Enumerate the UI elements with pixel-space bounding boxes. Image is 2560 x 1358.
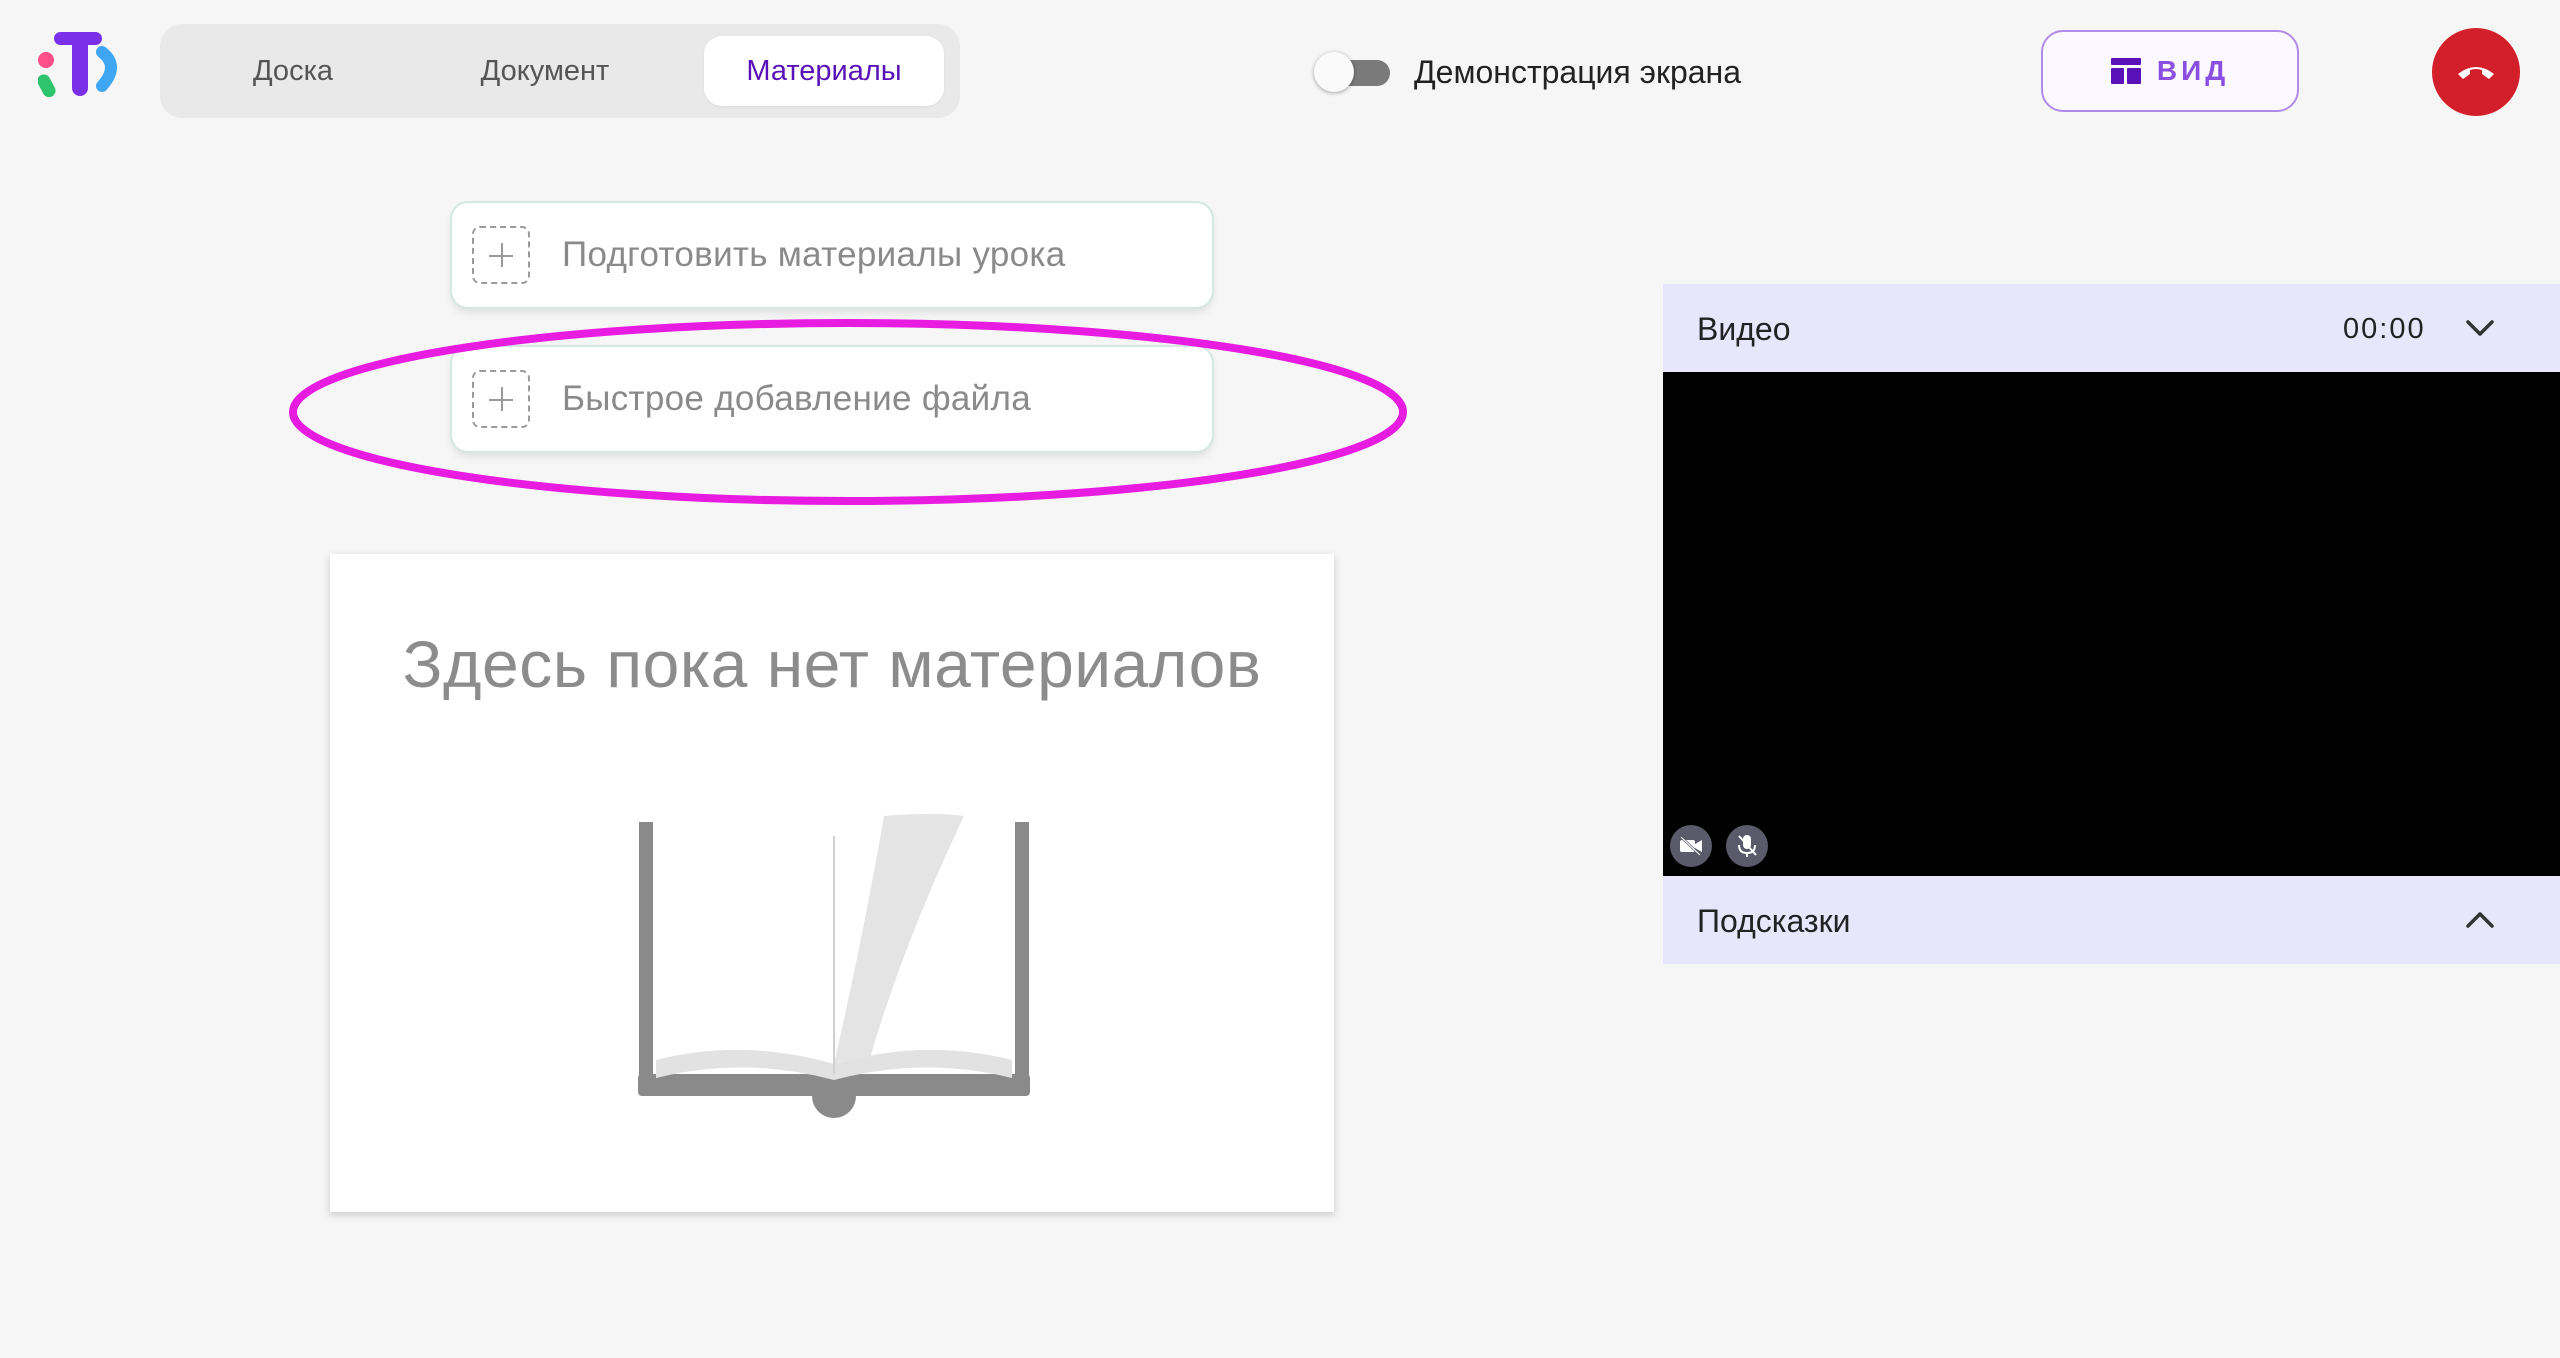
quick-add-file-button[interactable]: Быстрое добавление файла [452, 347, 1212, 451]
view-layout-icon [2110, 58, 2141, 84]
video-panel-title: Видео [1697, 311, 1791, 347]
hints-panel-title: Подсказки [1697, 903, 1851, 939]
hang-up-icon [2458, 67, 2494, 79]
prepare-materials-label: Подготовить материалы урока [562, 235, 1066, 274]
add-icon [472, 370, 530, 428]
video-timer: 00:00 [2343, 313, 2426, 345]
video-feed [1663, 372, 2560, 876]
tab-materials[interactable]: Материалы [704, 36, 944, 106]
main-tabs: Доска Документ Материалы [160, 24, 960, 118]
screen-share-toggle-knob[interactable] [1314, 52, 1354, 92]
book-icon [638, 814, 1030, 1118]
tab-document[interactable]: Документ [430, 36, 660, 106]
microphone-toggle-button[interactable] [1726, 825, 1768, 867]
view-button-label: ВИД [2156, 55, 2230, 86]
empty-materials-card: Здесь пока нет материалов [330, 554, 1334, 1212]
mic-off-icon [1738, 835, 1757, 857]
screen-share-label: Демонстрация экрана [1414, 54, 1741, 90]
view-button[interactable]: ВИД [2041, 30, 2299, 112]
empty-state-message: Здесь пока нет материалов [402, 627, 1262, 701]
app-logo [38, 32, 117, 98]
end-call-button[interactable] [2432, 28, 2520, 116]
add-icon [472, 226, 530, 284]
tab-board[interactable]: Доска [182, 36, 404, 106]
camera-off-icon [1680, 836, 1702, 856]
video-panel-header[interactable]: Видео 00:00 [1663, 284, 2560, 372]
quick-add-file-label: Быстрое добавление файла [562, 379, 1032, 418]
camera-toggle-button[interactable] [1670, 825, 1712, 867]
chevron-down-icon[interactable] [2460, 308, 2500, 348]
chevron-up-icon[interactable] [2460, 900, 2500, 940]
hints-panel-header[interactable]: Подсказки [1663, 876, 2560, 964]
prepare-materials-button[interactable]: Подготовить материалы урока [452, 203, 1212, 307]
